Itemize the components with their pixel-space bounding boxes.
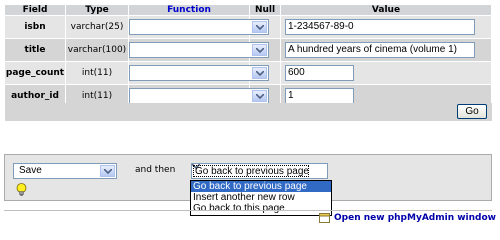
go-row: Go	[5, 103, 492, 121]
save-select[interactable]: Save	[13, 163, 117, 179]
field-name: title	[5, 39, 65, 61]
function-select[interactable]	[129, 19, 269, 35]
header-type: Type	[66, 5, 128, 15]
after-insert-select[interactable]: Go back to previous page	[191, 163, 328, 179]
new-window-icon	[319, 213, 331, 223]
field-name: isbn	[5, 16, 65, 38]
header-null: Null	[250, 5, 280, 15]
and-then-label: and then	[135, 165, 176, 175]
new-window-label: Open new phpMyAdmin window	[334, 213, 496, 223]
table-row: title varchar(100) A hundred years of ci…	[5, 39, 491, 61]
header-function: Function	[129, 5, 249, 15]
field-type: varchar(25)	[66, 16, 128, 38]
table-header: Field Type Function Null Value	[5, 5, 491, 15]
after-insert-value: Go back to previous page	[193, 165, 309, 177]
function-select[interactable]	[129, 88, 269, 104]
chevron-down-icon	[252, 90, 267, 102]
field-name: page_count	[5, 62, 65, 84]
value-input[interactable]: 1	[285, 88, 354, 104]
chevron-down-icon	[252, 67, 267, 79]
chevron-down-icon	[100, 165, 115, 177]
function-select[interactable]	[129, 42, 269, 58]
header-field: Field	[5, 5, 65, 15]
chevron-down-icon	[252, 21, 267, 33]
lightbulb-icon	[16, 183, 27, 199]
value-input[interactable]: 600	[285, 65, 354, 81]
dropdown-option[interactable]: Go back to previous page	[191, 181, 331, 192]
function-select[interactable]	[129, 65, 269, 81]
dropdown-option[interactable]: Insert another new row	[191, 192, 331, 203]
table-row: page_count int(11) 600	[5, 62, 491, 84]
value-input[interactable]: A hundred years of cinema (volume 1)	[285, 42, 475, 58]
chevron-down-icon	[252, 44, 267, 56]
header-value: Value	[281, 5, 491, 15]
go-button[interactable]: Go	[457, 104, 487, 119]
field-type: int(11)	[66, 62, 128, 84]
table-row: isbn varchar(25) 1-234567-89-0	[5, 16, 491, 38]
fields-table: Field Type Function Null Value isbn varc…	[4, 4, 492, 108]
field-type: varchar(100)	[66, 39, 128, 61]
value-input[interactable]: 1-234567-89-0	[285, 19, 475, 35]
insert-form: Field Type Function Null Value isbn varc…	[4, 4, 492, 108]
dropdown-option[interactable]: Go back to this page	[191, 203, 331, 214]
footer-divider	[4, 210, 492, 211]
new-window-link[interactable]: Open new phpMyAdmin window	[319, 213, 496, 223]
save-select-value: Save	[19, 165, 42, 176]
